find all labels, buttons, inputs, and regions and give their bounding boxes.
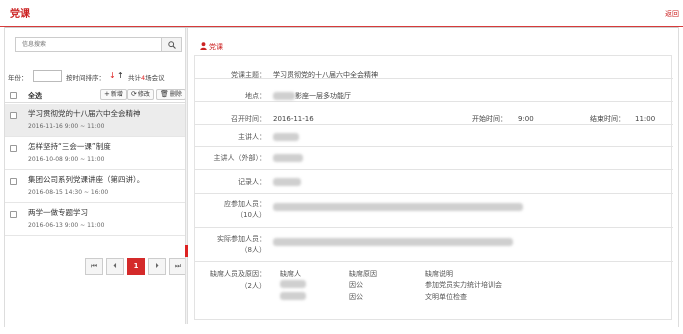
expected-names (273, 202, 523, 213)
item-time: 2016-08-15 14:30 ~ 16:00 (28, 189, 109, 196)
year-input[interactable] (33, 70, 62, 82)
item-time: 2016-10-08 9:00 ~ 11:00 (28, 156, 105, 163)
absent-person (280, 280, 306, 288)
sort-asc-icon[interactable]: ↑ (117, 71, 124, 80)
detail-section-label: 党课 (209, 43, 223, 51)
lesson-list: 学习贯彻党的十八届六中全会精神 2016-11-16 9:00 ~ 11:00 … (5, 104, 186, 236)
location-label: 地点： (245, 92, 266, 100)
back-link[interactable]: 返回 (665, 9, 679, 19)
actual-names (273, 237, 513, 248)
item-time: 2016-11-16 9:00 ~ 11:00 (28, 123, 105, 130)
actual-label: 实际参加人员： (217, 235, 266, 243)
item-title: 两学一做专题学习 (28, 208, 88, 217)
recorder-label: 记录人： (238, 178, 266, 186)
detail-table: 党课主题： 学习贯彻党的十八届六中全会精神 地点： 影座一层多功能厅 召开时间：… (194, 56, 673, 320)
list-item[interactable]: 两学一做专题学习 2016-06-13 9:00 ~ 11:00 (5, 203, 186, 236)
panel-splitter[interactable] (185, 28, 188, 324)
absent-reason: 因公 (349, 293, 363, 301)
external-speaker-row: 主讲人（外部）： (195, 147, 673, 170)
search-input[interactable] (16, 38, 161, 51)
date-label: 召开时间： (231, 115, 266, 123)
refresh-icon: ⟳ (131, 90, 137, 98)
start-label: 开始时间： (472, 115, 507, 123)
location-value: 影座一层多功能厅 (273, 91, 351, 102)
list-item[interactable]: 集团公司系列党课讲座（第四讲）。 2016-08-15 14:30 ~ 16:0… (5, 170, 186, 203)
item-title: 学习贯彻党的十八届六中全会精神 (28, 109, 141, 118)
speaker-label: 主讲人： (238, 133, 266, 141)
year-label: 年份： (8, 74, 28, 82)
end-label: 结束时间： (590, 115, 625, 123)
expected-count: （10人） (236, 211, 266, 219)
absent-label: 缺席人员及原因： (210, 270, 266, 278)
absent-note: 参加党员实力统计培训会 (425, 281, 502, 289)
select-all-label: 全选 (28, 92, 42, 100)
time-row: 召开时间： 2016-11-16 开始时间： 9:00 结束时间： 11:00 (195, 102, 673, 125)
expected-attendees-row: 应参加人员： （10人） (195, 194, 673, 228)
list-item[interactable]: 学习贯彻党的十八届六中全会精神 2016-11-16 9:00 ~ 11:00 (5, 104, 186, 137)
actual-count: （8人） (240, 246, 266, 254)
sort-label: 按时间排序： (66, 74, 105, 82)
select-all-checkbox[interactable] (10, 92, 17, 99)
top-bar: 党课 返回 (0, 0, 683, 27)
item-title: 怎样坚持“三会一课”制度 (28, 142, 111, 151)
lesson-list-panel: 年份： 按时间排序： ↓ ↑ 共计4场会议 全选 +新增 ⟳修改 🗑删除 学习贯… (5, 28, 187, 324)
sort-desc-icon[interactable]: ↓ (109, 71, 116, 80)
expected-label: 应参加人员： (224, 200, 266, 208)
page-number-button[interactable]: 1 (127, 258, 145, 275)
start-value: 9:00 (518, 115, 534, 123)
frame-border-right (678, 27, 679, 327)
item-checkbox[interactable] (10, 112, 17, 119)
page-title: 党课 (10, 9, 30, 20)
meeting-count: 共计4场会议 (128, 74, 165, 82)
redacted-text (273, 92, 295, 100)
subject-row: 党课主题： 学习贯彻党的十八届六中全会精神 (195, 56, 673, 79)
speaker-row: 主讲人： (195, 125, 673, 147)
edit-button[interactable]: ⟳修改 (127, 89, 154, 100)
search-box (15, 37, 182, 52)
actual-attendees-row: 实际参加人员： （8人） (195, 228, 673, 262)
list-item[interactable]: 怎样坚持“三会一课”制度 2016-10-08 9:00 ~ 11:00 (5, 137, 186, 170)
recorder-value (273, 177, 301, 188)
absent-note: 文明单位检查 (425, 293, 467, 301)
end-value: 11:00 (635, 115, 656, 123)
prev-page-button[interactable]: ⏴ (106, 258, 124, 275)
search-icon (168, 41, 176, 49)
plus-icon: + (104, 90, 110, 98)
item-title: 集团公司系列党课讲座（第四讲）。 (28, 175, 145, 184)
absent-col-note: 缺席说明 (425, 270, 453, 278)
delete-button[interactable]: 🗑删除 (156, 89, 186, 100)
lesson-detail-panel: 党课 党课主题： 学习贯彻党的十八届六中全会精神 地点： 影座一层多功能厅 召开… (190, 28, 678, 324)
item-checkbox[interactable] (10, 145, 17, 152)
splitter-handle[interactable] (185, 245, 188, 257)
search-button[interactable] (161, 38, 181, 51)
absent-col-person: 缺席人 (280, 270, 301, 278)
next-page-button[interactable]: ⏵ (148, 258, 166, 275)
trash-icon: 🗑 (160, 90, 169, 98)
absent-row: 缺席人员及原因： （2人） 缺席人 缺席原因 缺席说明 因公 参加党员实力统计培… (195, 262, 673, 320)
external-speaker-value (273, 153, 303, 164)
add-button[interactable]: +新增 (100, 89, 127, 100)
item-time: 2016-06-13 9:00 ~ 11:00 (28, 222, 105, 229)
date-value: 2016-11-16 (273, 115, 314, 123)
absent-count: （2人） (240, 282, 266, 290)
recorder-row: 记录人： (195, 170, 673, 194)
external-speaker-label: 主讲人（外部）： (213, 154, 267, 162)
item-checkbox[interactable] (10, 211, 17, 218)
speaker-value (273, 132, 299, 143)
filter-row: 年份： 按时间排序： ↓ ↑ 共计4场会议 (8, 70, 186, 82)
absent-reason: 因公 (349, 281, 363, 289)
absent-person (280, 292, 306, 300)
detail-header: 党课 (194, 34, 672, 56)
absent-col-reason: 缺席原因 (349, 270, 377, 278)
list-toolbar: 全选 +新增 ⟳修改 🗑删除 (5, 87, 186, 103)
location-row: 地点： 影座一层多功能厅 (195, 79, 673, 102)
first-page-button[interactable]: ⏮ (85, 258, 103, 275)
user-icon (200, 42, 207, 50)
item-checkbox[interactable] (10, 178, 17, 185)
